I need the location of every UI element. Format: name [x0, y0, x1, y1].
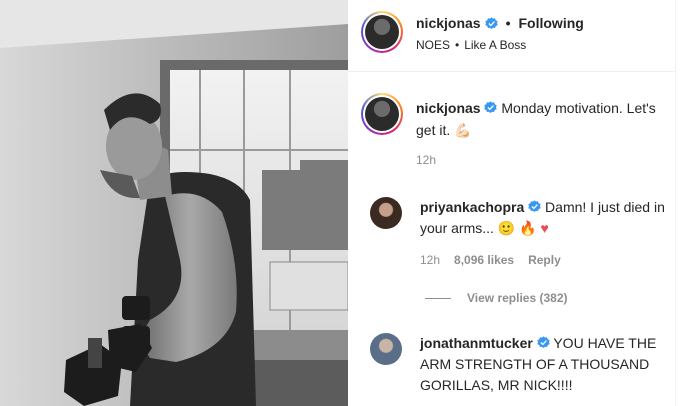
audio-artist: NOES	[416, 38, 451, 52]
audio-separator: •	[455, 38, 460, 52]
audio-song: Like A Boss	[464, 38, 527, 52]
comment-username[interactable]: priyankachopra	[420, 199, 524, 215]
view-replies-label: View replies (382)	[467, 291, 568, 305]
verified-badge-icon	[537, 336, 550, 349]
post-side-panel: nickjonas • Following NOES • Like A Boss…	[348, 0, 682, 406]
replies-divider	[425, 297, 451, 299]
post-header: nickjonas • Following NOES • Like A Boss	[348, 0, 682, 72]
post-photo[interactable]	[0, 0, 348, 406]
reply-button[interactable]: Reply	[528, 253, 561, 267]
comment-avatar[interactable]	[370, 197, 402, 229]
scrollbar[interactable]	[675, 0, 682, 406]
header-user-row: nickjonas • Following	[416, 15, 584, 31]
caption-text-block: nickjonas Monday motivation. Let's get i…	[416, 97, 678, 141]
verified-badge-icon	[484, 16, 498, 29]
caption-avatar[interactable]	[361, 93, 403, 135]
comment-time[interactable]: 12h	[420, 253, 440, 267]
verified-badge-icon	[484, 101, 498, 114]
following-button[interactable]: Following	[519, 15, 584, 31]
comment-likes[interactable]: 8,096 likes	[454, 253, 514, 267]
caption-time[interactable]: 12h	[416, 153, 436, 167]
view-replies-button[interactable]: View replies (382)	[425, 291, 568, 305]
audio-info[interactable]: NOES • Like A Boss	[416, 38, 526, 52]
header-dot: •	[505, 15, 511, 31]
comment-body: priyankachopra Damn! I just died in your…	[420, 197, 682, 239]
comment-avatar[interactable]	[370, 333, 402, 365]
caption-username[interactable]: nickjonas	[416, 100, 481, 116]
header-username[interactable]: nickjonas	[416, 15, 481, 31]
verified-badge-icon	[528, 200, 541, 213]
comment-username[interactable]: jonathanmtucker	[420, 335, 533, 351]
header-avatar[interactable]	[361, 11, 403, 53]
heart-emoji: ♥	[540, 220, 549, 236]
comment-body: jonathanmtucker YOU HAVE THE ARM STRENGT…	[420, 333, 682, 396]
post-photo-image	[0, 0, 348, 406]
comment-meta: 12h 8,096 likes Reply	[420, 253, 561, 267]
